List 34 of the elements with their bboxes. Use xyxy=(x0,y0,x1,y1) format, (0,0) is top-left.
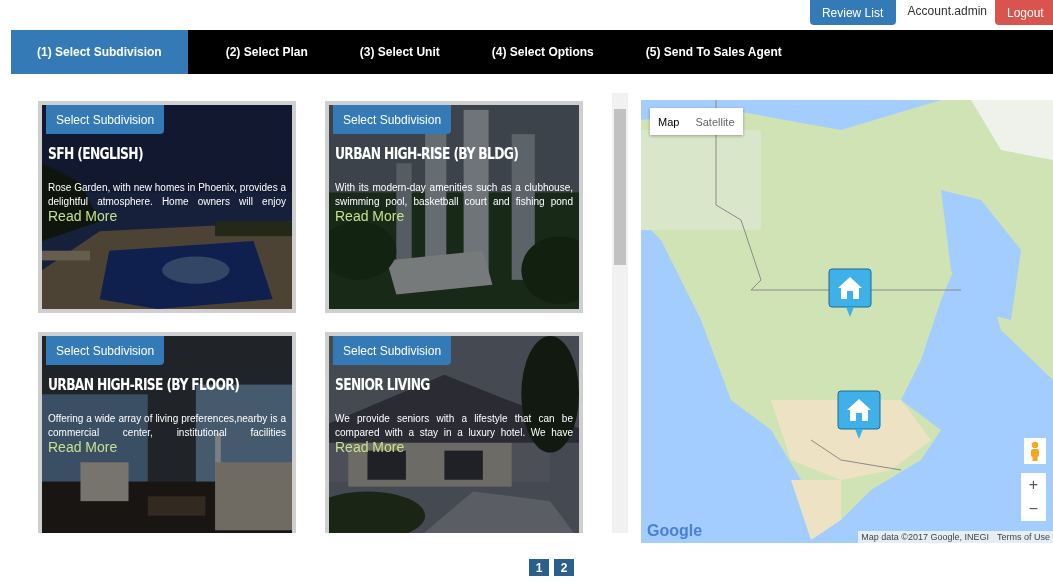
read-more-link[interactable]: Read More xyxy=(335,208,405,224)
card-description: Offering a wide array of living preferences,nearby is a commercial center, institutional facilities Read More xyxy=(48,412,286,456)
card-title: URBAN HIGH-RISE (BY FLOOR) xyxy=(48,376,241,396)
card-title: SENIOR LIVING xyxy=(335,376,431,396)
card-description: Rose Garden, with new homes in Phoenix, provides a delightful atmosphere. Home owners will enjoy Read More xyxy=(48,181,286,225)
map-type-button[interactable]: Satellite xyxy=(687,108,743,135)
step-tab[interactable]: (5) Send To Sales Agent xyxy=(621,30,806,74)
terms-link[interactable]: Terms of Use xyxy=(997,532,1050,542)
house-marker-icon[interactable] xyxy=(837,390,881,440)
logout-button[interactable]: Logout xyxy=(995,0,1053,25)
step-tab[interactable]: (2) Select Plan xyxy=(201,30,332,74)
page-link[interactable]: 2 xyxy=(554,559,574,576)
read-more-link[interactable]: Read More xyxy=(48,208,118,224)
card-title: SFH (ENGLISH) xyxy=(48,145,144,165)
card-description: With its modern-day amenities such as a clubhouse, swimming pool, basketball court and fishing pond Read More xyxy=(335,181,573,225)
review-list-button[interactable]: Review List xyxy=(809,0,896,25)
read-more-link[interactable]: Read More xyxy=(48,439,118,455)
map-logo: Google xyxy=(647,522,703,540)
map-attribution: Map data ©2017 Google, INEGI xyxy=(861,532,989,542)
read-more-link[interactable]: Read More xyxy=(335,439,405,455)
house-marker-icon[interactable] xyxy=(828,268,872,318)
step-tab[interactable]: (1) Select Subdivision xyxy=(11,30,188,74)
select-subdivision-button[interactable]: Select Subdivision xyxy=(46,105,165,134)
account-label: Account.admin xyxy=(907,4,987,18)
page-link[interactable]: 1 xyxy=(529,559,549,576)
select-subdivision-button[interactable]: Select Subdivision xyxy=(333,336,452,365)
select-subdivision-button[interactable]: Select Subdivision xyxy=(333,105,452,134)
step-tab[interactable]: (4) Select Options xyxy=(467,30,618,74)
card-description: We provide seniors with a lifestyle that can be compared with a stay in a luxury hotel. We have Read More xyxy=(335,412,573,456)
card-title: URBAN HIGH-RISE (BY BLDG) xyxy=(335,145,520,165)
step-tab[interactable]: (3) Select Unit xyxy=(335,30,464,74)
map-type-button[interactable]: Map xyxy=(650,108,688,135)
pegman-icon[interactable] xyxy=(1024,438,1046,464)
select-subdivision-button[interactable]: Select Subdivision xyxy=(46,336,165,365)
